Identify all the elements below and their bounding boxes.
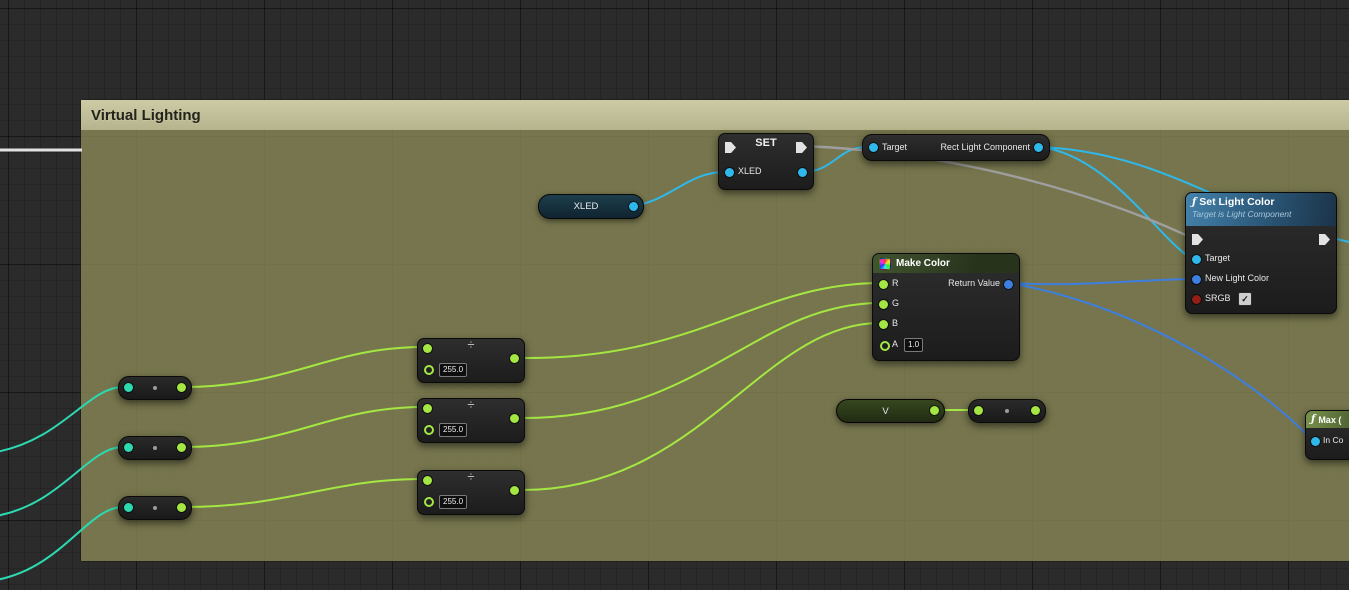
g-pin[interactable]	[879, 300, 888, 309]
conversion-node[interactable]	[968, 399, 1046, 423]
divide-input-a-pin[interactable]	[423, 344, 432, 353]
srgb-checkbox[interactable]: ✓	[1238, 292, 1252, 306]
rect-light-component-node[interactable]: Target Rect Light Component	[862, 134, 1050, 161]
xled-getter-output-pin[interactable]	[629, 202, 638, 211]
conversion-node[interactable]	[118, 376, 192, 400]
a-value-input[interactable]: 1.0	[904, 338, 923, 352]
conv-input-pin[interactable]	[124, 383, 133, 392]
set-light-color-subtitle: Target is Light Component	[1192, 209, 1330, 219]
comment-header[interactable]: Virtual Lighting	[81, 100, 1349, 130]
return-value-pin[interactable]	[1004, 280, 1013, 289]
max-node[interactable]: ƒ Max ( In Co	[1305, 410, 1349, 460]
divide-node[interactable]: ÷ 255.0	[417, 470, 525, 515]
blueprint-graph-canvas[interactable]: Virtual Lighting SET XLED XLED	[0, 0, 1349, 590]
make-color-title: Make Color	[896, 258, 950, 269]
xled-getter-label: XLED	[574, 201, 599, 212]
conv-dot-icon	[153, 506, 157, 510]
in-color-label: In Co	[1323, 435, 1343, 445]
divide-symbol: ÷	[418, 337, 524, 352]
set-xled-node[interactable]: SET XLED	[718, 133, 814, 190]
r-pin[interactable]	[879, 280, 888, 289]
exec-out-pin[interactable]	[1319, 234, 1330, 245]
set-light-color-title: Set Light Color	[1199, 196, 1274, 208]
divide-symbol: ÷	[418, 469, 524, 484]
conv-input-pin[interactable]	[124, 503, 133, 512]
set-light-color-node[interactable]: ƒ Set Light Color Target is Light Compon…	[1185, 192, 1337, 314]
divide-input-a-pin[interactable]	[423, 476, 432, 485]
make-color-header: Make Color	[873, 254, 1019, 273]
divide-node[interactable]: ÷ 255.0	[417, 398, 525, 443]
conv-input-pin[interactable]	[124, 443, 133, 452]
divide-output-pin[interactable]	[510, 486, 519, 495]
g-label: G	[892, 298, 899, 308]
divide-input-b-pin[interactable]	[424, 365, 434, 375]
divide-input-a-pin[interactable]	[423, 404, 432, 413]
divide-value-input[interactable]: 255.0	[439, 363, 467, 377]
return-value-label: Return Value	[948, 278, 1000, 288]
make-color-node[interactable]: Make Color R G B A 1.0 Return Value	[872, 253, 1020, 361]
divide-value-input[interactable]: 255.0	[439, 495, 467, 509]
v-getter-label: V	[882, 406, 888, 417]
divide-output-pin[interactable]	[510, 354, 519, 363]
rect-light-output-pin[interactable]	[1034, 143, 1043, 152]
function-icon: ƒ	[1311, 414, 1315, 425]
xled-input-pin[interactable]	[725, 168, 734, 177]
conv-dot-icon	[153, 386, 157, 390]
conversion-node[interactable]	[118, 496, 192, 520]
target-input-label: Target	[882, 142, 907, 152]
b-label: B	[892, 318, 898, 328]
xled-getter-node[interactable]: XLED	[538, 194, 644, 219]
conv-input-pin[interactable]	[974, 406, 983, 415]
max-node-title: Max (	[1318, 415, 1341, 425]
set-light-color-header: ƒ Set Light Color Target is Light Compon…	[1186, 193, 1336, 226]
in-color-pin[interactable]	[1311, 437, 1320, 446]
conv-dot-icon	[1005, 409, 1009, 413]
v-getter-node[interactable]: V	[836, 399, 945, 423]
max-node-header: ƒ Max (	[1306, 411, 1349, 428]
divide-input-b-pin[interactable]	[424, 425, 434, 435]
xled-output-pin[interactable]	[798, 168, 807, 177]
new-light-color-label: New Light Color	[1205, 273, 1269, 283]
make-color-icon	[879, 258, 891, 270]
target-input-pin[interactable]	[869, 143, 878, 152]
b-pin[interactable]	[879, 320, 888, 329]
divide-value-input[interactable]: 255.0	[439, 423, 467, 437]
new-light-color-pin[interactable]	[1192, 275, 1201, 284]
xled-input-label: XLED	[738, 166, 762, 176]
function-icon: ƒ	[1192, 197, 1196, 208]
divide-node[interactable]: ÷ 255.0	[417, 338, 525, 383]
srgb-pin[interactable]	[1192, 295, 1201, 304]
comment-box: Virtual Lighting	[80, 99, 1349, 562]
target-pin[interactable]	[1192, 255, 1201, 264]
conv-output-pin[interactable]	[177, 383, 186, 392]
r-label: R	[892, 278, 899, 288]
rect-light-output-label: Rect Light Component	[940, 142, 1030, 152]
conv-output-pin[interactable]	[177, 503, 186, 512]
exec-in-pin[interactable]	[1192, 234, 1203, 245]
a-pin[interactable]	[880, 341, 890, 351]
a-label: A	[892, 339, 898, 349]
divide-symbol: ÷	[418, 397, 524, 412]
divide-input-b-pin[interactable]	[424, 497, 434, 507]
srgb-label: SRGB	[1205, 293, 1231, 303]
conv-output-pin[interactable]	[1031, 406, 1040, 415]
target-pin-label: Target	[1205, 253, 1230, 263]
v-getter-output-pin[interactable]	[930, 406, 939, 415]
conv-dot-icon	[153, 446, 157, 450]
conv-output-pin[interactable]	[177, 443, 186, 452]
comment-body	[81, 130, 1349, 561]
divide-output-pin[interactable]	[510, 414, 519, 423]
comment-title: Virtual Lighting	[91, 107, 201, 124]
conversion-node[interactable]	[118, 436, 192, 460]
